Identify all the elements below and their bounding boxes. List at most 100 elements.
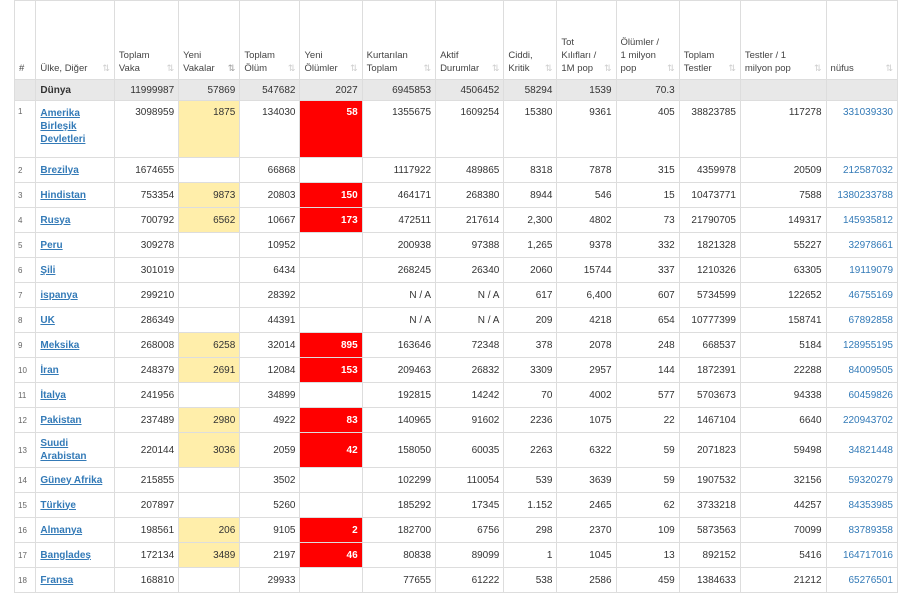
country-link[interactable]: ispanya	[40, 289, 110, 302]
col-total-deaths-header[interactable]: Toplam Ölüm ⇅	[239, 0, 301, 80]
sort-arrows-icon[interactable]: ⇅	[424, 62, 432, 75]
cell-new-deaths	[299, 282, 363, 308]
cell-active: 489865	[435, 157, 505, 183]
col-country-header[interactable]: Ülke, Diğer ⇅	[35, 0, 115, 80]
cell-active: 26340	[435, 257, 505, 283]
cell-deaths: 20803	[239, 182, 301, 208]
sort-arrows-icon[interactable]: ⇅	[604, 62, 612, 75]
cell-new-cases	[178, 232, 241, 258]
cell-population: 65276501	[825, 567, 898, 593]
cell-idx: 12	[13, 407, 37, 433]
cell-recovered: 6945853	[361, 79, 437, 101]
cell-recovered: 163646	[361, 332, 437, 358]
sort-arrows-icon[interactable]: ⇅	[350, 62, 358, 75]
col-critical-header[interactable]: Ciddi, Kritik ⇅	[503, 0, 558, 80]
sort-arrows-icon[interactable]: ⇅	[492, 62, 500, 75]
cell-recovered: N / A	[361, 307, 437, 333]
country-link[interactable]: Almanya	[40, 524, 110, 537]
country-link[interactable]: İran	[40, 364, 110, 377]
col-deaths-per-million-header[interactable]: Ölümler / 1 milyon pop ⇅	[615, 0, 680, 80]
header-label: Ülke, Diğer	[40, 63, 88, 74]
table-row: 3 Hindistan 753354 9873 20803 150 464171 268380…	[13, 182, 898, 208]
cell-per-million: 546	[556, 182, 617, 208]
cell-idx: 11	[13, 382, 37, 408]
cell-recovered: 182700	[361, 517, 437, 543]
cell-tests-per-million: 32156	[739, 467, 827, 493]
sort-arrows-icon[interactable]: ⇅	[885, 62, 893, 75]
cell-recovered: 77655	[361, 567, 437, 593]
cell-recovered: 192815	[361, 382, 437, 408]
cell-active: 72348	[435, 332, 505, 358]
cell-new-deaths	[299, 492, 363, 518]
sort-arrows-icon[interactable]: ⇅	[545, 62, 553, 75]
col-index-header: #	[13, 0, 37, 80]
cell-new-cases	[178, 282, 241, 308]
sort-arrows-icon[interactable]: ⇅	[228, 62, 236, 75]
cell-active: 60035	[435, 432, 505, 468]
cell-idx: 8	[13, 307, 37, 333]
cell-new-cases: 3036	[178, 432, 241, 468]
country-link[interactable]: Şili	[40, 264, 110, 277]
col-population-header[interactable]: nüfus ⇅	[825, 0, 898, 80]
sort-arrows-icon[interactable]: ⇅	[167, 62, 175, 75]
country-link[interactable]: Hindistan	[40, 189, 110, 202]
cell-deaths-per-million: 332	[615, 232, 680, 258]
cell-new-deaths	[299, 232, 363, 258]
country-link[interactable]: Pakistan	[40, 414, 110, 427]
cell-tests: 21790705	[678, 207, 741, 233]
sort-arrows-icon[interactable]: ⇅	[728, 62, 736, 75]
country-link[interactable]: İtalya	[40, 389, 110, 402]
cell-recovered: 102299	[361, 467, 437, 493]
sort-arrows-icon[interactable]: ⇅	[102, 62, 110, 75]
cell-tests: 10777399	[678, 307, 741, 333]
cell-tests-per-million: 20509	[739, 157, 827, 183]
sort-arrows-icon[interactable]: ⇅	[288, 62, 296, 75]
cell-country: UK	[35, 307, 115, 333]
cell-deaths: 3502	[239, 467, 301, 493]
country-link[interactable]: Meksika	[40, 339, 110, 352]
sort-arrows-icon[interactable]: ⇅	[667, 62, 675, 75]
country-link[interactable]: UK	[40, 314, 110, 327]
col-total-cases-header[interactable]: Toplam Vaka ⇅	[113, 0, 180, 80]
cell-recovered: 464171	[361, 182, 437, 208]
country-link[interactable]: Bangladeş	[40, 549, 110, 562]
cell-tests-per-million: 5184	[739, 332, 827, 358]
cell-idx: 15	[13, 492, 37, 518]
country-link[interactable]: Brezilya	[40, 164, 110, 177]
cell-tests: 4359978	[678, 157, 741, 183]
col-new-cases-header[interactable]: Yeni Vakalar ⇅	[178, 0, 241, 80]
table-row: 7 ispanya 299210 28392 N / AN / A 617 6,400 607…	[13, 282, 898, 308]
country-link[interactable]: Amerika Birleşik Devletleri	[40, 107, 110, 146]
col-cases-per-million-header[interactable]: Tot Kılıfları / 1M pop ⇅	[556, 0, 617, 80]
cell-critical: 70	[503, 382, 558, 408]
col-active-cases-header[interactable]: Aktif Durumlar ⇅	[435, 0, 505, 80]
cell-new-cases: 6258	[178, 332, 241, 358]
cell-total: 172134	[113, 542, 180, 568]
country-link[interactable]: Rusya	[40, 214, 110, 227]
country-link[interactable]: Türkiye	[40, 499, 110, 512]
country-link[interactable]: Güney Afrika	[40, 474, 110, 487]
cell-total: 248379	[113, 357, 180, 383]
sort-arrows-icon[interactable]: ⇅	[814, 62, 822, 75]
cell-population	[825, 79, 898, 101]
col-new-deaths-header[interactable]: Yeni Ölümler ⇅	[299, 0, 363, 80]
cell-country: İtalya	[35, 382, 115, 408]
col-total-recovered-header[interactable]: Kurtarılan Toplam ⇅	[361, 0, 437, 80]
cell-active: 1609254	[435, 100, 505, 158]
cell-critical: 378	[503, 332, 558, 358]
cell-active: 89099	[435, 542, 505, 568]
col-tests-per-million-header[interactable]: Testler / 1 milyon pop ⇅	[739, 0, 827, 80]
cell-idx: 7	[13, 282, 37, 308]
cell-country: Peru	[35, 232, 115, 258]
col-total-tests-header[interactable]: Toplam Testler ⇅	[678, 0, 741, 80]
country-link[interactable]: Fransa	[40, 574, 110, 587]
cell-new-deaths: 46	[299, 542, 363, 568]
country-link[interactable]: Peru	[40, 239, 110, 252]
country-link[interactable]: Suudi Arabistan	[40, 437, 110, 463]
table-row: 8 UK 286349 44391 N / AN / A 209 4218 654 107773…	[13, 307, 898, 333]
cell-new-deaths: 83	[299, 407, 363, 433]
cell-total: 268008	[113, 332, 180, 358]
cell-tests-per-million: 63305	[739, 257, 827, 283]
cell-deaths-per-million: 459	[615, 567, 680, 593]
cell-deaths: 2059	[239, 432, 301, 468]
